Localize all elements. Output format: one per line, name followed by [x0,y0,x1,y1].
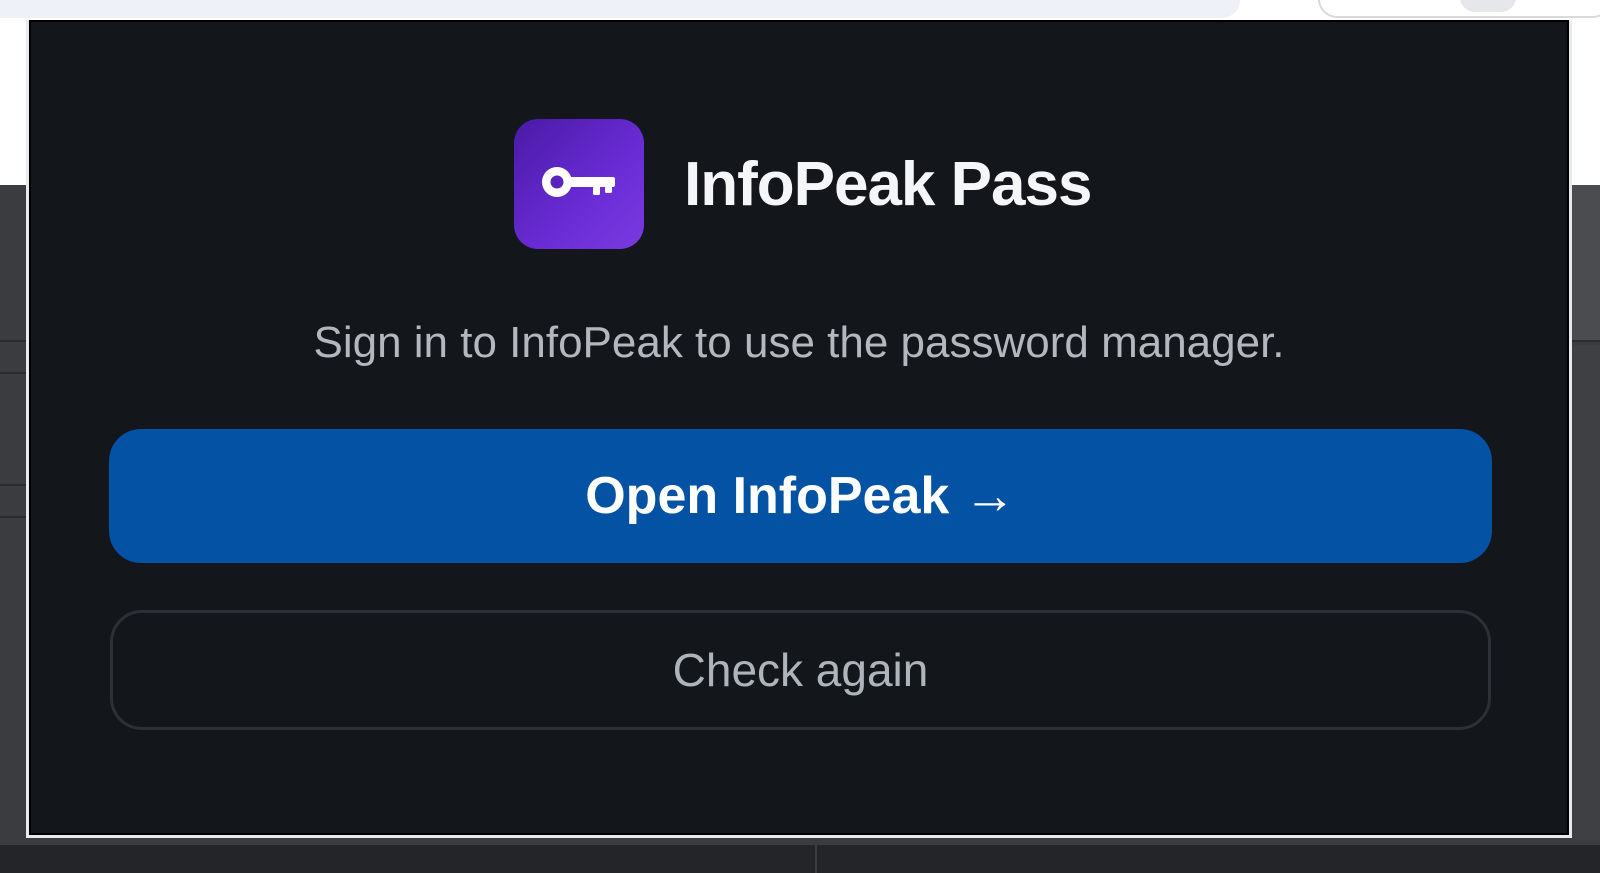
extension-popup: InfoPeak Pass Sign in to InfoPeak to use… [26,20,1572,838]
app-name: InfoPeak Pass [684,149,1092,219]
page-side-panel [1572,345,1600,840]
check-again-button[interactable]: Check again [110,610,1491,730]
page-bottom-divider [815,845,817,873]
page-bottom-bar [0,845,1600,873]
app-logo [514,119,644,249]
sign-in-message: Sign in to InfoPeak to use the password … [313,318,1285,367]
key-icon [537,158,621,211]
open-infopeak-button[interactable]: Open InfoPeak → [109,429,1492,563]
browser-tab-strip [0,0,1240,18]
browser-address-pill [1318,0,1600,18]
page-side-panel [1572,185,1600,340]
brand-header: InfoPeak Pass [514,118,1092,250]
browser-toolbar-button [1460,0,1516,12]
